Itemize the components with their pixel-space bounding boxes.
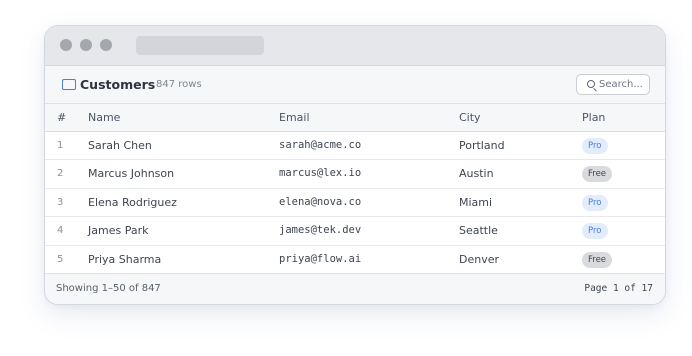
results-summary: Showing 1–50 of 847: [56, 283, 161, 294]
table-row[interactable]: 4 James Park james@tek.dev Seattle Pro: [45, 217, 665, 246]
customer-name: Sarah Chen: [88, 139, 152, 152]
page: Customers 847 rows Search... # Name Emai…: [0, 0, 692, 356]
column-header-email[interactable]: Email: [279, 111, 310, 124]
row-count: 847 rows: [156, 79, 202, 90]
customer-city: Denver: [459, 252, 500, 266]
table-row[interactable]: 5 Priya Sharma priya@flow.ai Denver Free: [45, 245, 665, 274]
customer-email: sarah@acme.co: [279, 139, 362, 151]
customer-email: james@tek.dev: [279, 224, 362, 237]
row-index: 1: [57, 140, 64, 151]
plan-badge-pro: Pro: [582, 138, 608, 154]
row-index: 2: [57, 168, 64, 180]
customer-email: priya@flow.ai: [279, 252, 362, 265]
search-placeholder: Search...: [599, 79, 643, 90]
customer-name: Elena Rodriguez: [88, 195, 177, 209]
window-close-dot[interactable]: [60, 39, 72, 51]
plan-badge-free: Free: [582, 251, 613, 268]
search-input[interactable]: Search...: [576, 74, 650, 95]
search-icon: [587, 80, 595, 88]
page-title: Customers: [80, 77, 156, 92]
column-header-name[interactable]: Name: [88, 111, 120, 124]
customer-city: Miami: [459, 195, 493, 209]
row-index: 4: [57, 225, 64, 237]
table-row[interactable]: 3 Elena Rodriguez elena@nova.co Miami Pr…: [45, 188, 665, 218]
table-row[interactable]: 2 Marcus Johnson marcus@lex.io Austin Fr…: [45, 160, 665, 189]
customer-name: Marcus Johnson: [88, 167, 175, 181]
table-header-bar: Customers 847 rows Search...: [45, 66, 665, 104]
window-minimize-dot[interactable]: [80, 39, 92, 51]
window-maximize-dot[interactable]: [100, 39, 112, 51]
column-header-city[interactable]: City: [459, 111, 481, 124]
customer-city: Portland: [459, 139, 505, 152]
customer-email: elena@nova.co: [279, 195, 362, 208]
plan-badge-pro: Pro: [582, 223, 608, 240]
customer-city: Seattle: [459, 224, 498, 238]
table-column-headers: # Name Email City Plan: [45, 104, 665, 132]
table-row[interactable]: 1 Sarah Chen sarah@acme.co Portland Pro: [45, 132, 665, 161]
column-header-index[interactable]: #: [57, 111, 66, 124]
window-titlebar: [45, 26, 665, 66]
customer-email: marcus@lex.io: [279, 167, 362, 180]
customer-name: Priya Sharma: [88, 252, 162, 266]
address-bar[interactable]: [136, 36, 264, 55]
row-index: 5: [57, 253, 64, 265]
column-header-plan[interactable]: Plan: [582, 111, 605, 124]
customer-name: James Park: [88, 224, 149, 238]
table-footer: Showing 1–50 of 847 Page 1 of 17: [45, 273, 665, 304]
app-window: Customers 847 rows Search... # Name Emai…: [44, 25, 666, 305]
pagination-indicator[interactable]: Page 1 of 17: [584, 283, 653, 294]
plan-badge-pro: Pro: [582, 194, 608, 211]
plan-badge-free: Free: [582, 166, 613, 183]
row-index: 3: [57, 196, 64, 208]
table-icon: [62, 79, 76, 90]
customer-city: Austin: [459, 167, 494, 181]
